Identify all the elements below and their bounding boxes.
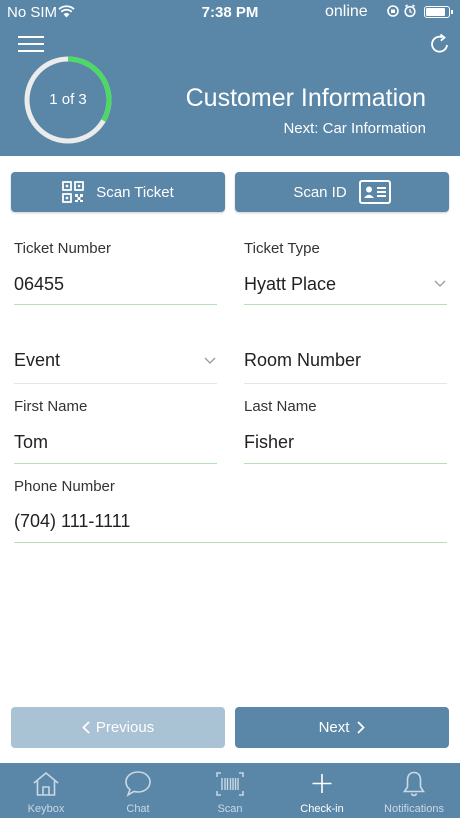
ticket-number-label: Ticket Number	[14, 240, 111, 257]
tab-notifications-label: Notifications	[384, 803, 444, 815]
lock-rotation-icon	[387, 4, 416, 18]
last-name-input[interactable]: Fisher	[244, 432, 294, 453]
qr-code-icon	[62, 181, 85, 203]
scan-id-label: Scan ID	[293, 183, 347, 201]
progress-label: 1 of 3	[49, 91, 87, 108]
tab-scan[interactable]: Scan	[184, 763, 276, 818]
status-bar: No SIM 7:38 PM online	[0, 0, 460, 24]
ticket-type-underline	[244, 304, 447, 305]
previous-button[interactable]: Previous	[11, 707, 225, 748]
ticket-type-label: Ticket Type	[244, 240, 320, 257]
room-number-input[interactable]: Room Number	[244, 350, 361, 371]
hamburger-icon	[18, 36, 44, 38]
first-name-input[interactable]: Tom	[14, 432, 48, 453]
tab-scan-label: Scan	[217, 803, 243, 815]
next-step-label: Next: Car Information	[283, 120, 426, 137]
tab-check-in-label: Check-in	[300, 803, 344, 815]
tab-bar: Keybox Chat Scan Check-in Notifications	[0, 763, 460, 818]
phone-number-label: Phone Number	[14, 478, 115, 495]
tab-notifications[interactable]: Notifications	[368, 763, 460, 818]
last-name-label: Last Name	[244, 398, 317, 415]
plus-icon	[312, 774, 332, 793]
house-icon	[33, 771, 59, 796]
tab-check-in[interactable]: Check-in	[276, 763, 368, 818]
room-number-underline	[244, 383, 447, 384]
phone-number-input[interactable]: (704) 111-1111	[14, 511, 130, 532]
tab-keybox[interactable]: Keybox	[0, 763, 92, 818]
battery-level	[426, 8, 445, 16]
scan-id-button[interactable]: Scan ID	[235, 172, 449, 212]
tab-keybox-label: Keybox	[27, 803, 65, 815]
scan-ticket-label: Scan Ticket	[96, 183, 174, 201]
previous-label: Previous	[95, 719, 155, 736]
chat-bubble-icon	[125, 771, 151, 797]
ticket-number-underline	[14, 304, 217, 305]
tab-chat[interactable]: Chat	[92, 763, 184, 818]
ticket-type-select[interactable]: Hyatt Place	[244, 274, 336, 295]
chevron-down-icon	[434, 280, 446, 287]
barcode-icon	[216, 772, 244, 796]
chevron-right-icon	[357, 721, 366, 734]
header: No SIM 7:38 PM online 1 of 3 Customer In…	[0, 0, 460, 156]
id-card-icon	[358, 180, 391, 204]
next-button[interactable]: Next	[235, 707, 449, 748]
first-name-label: First Name	[14, 398, 88, 415]
connection-status: online	[325, 3, 368, 20]
ticket-number-input[interactable]: 06455	[14, 274, 64, 295]
next-label: Next	[318, 719, 350, 736]
battery-icon	[424, 6, 453, 18]
chevron-left-icon	[82, 721, 90, 734]
refresh-icon[interactable]	[428, 32, 452, 56]
first-name-underline	[14, 463, 217, 464]
bell-icon	[403, 771, 425, 797]
phone-number-underline	[14, 542, 447, 543]
tab-chat-label: Chat	[126, 803, 150, 815]
menu-button[interactable]	[18, 36, 44, 54]
scan-ticket-button[interactable]: Scan Ticket	[11, 172, 225, 212]
event-select[interactable]: Event	[14, 350, 60, 371]
page-title: Customer Information	[185, 84, 426, 112]
event-underline	[14, 383, 217, 384]
last-name-underline	[244, 463, 447, 464]
chevron-down-icon	[204, 357, 216, 364]
